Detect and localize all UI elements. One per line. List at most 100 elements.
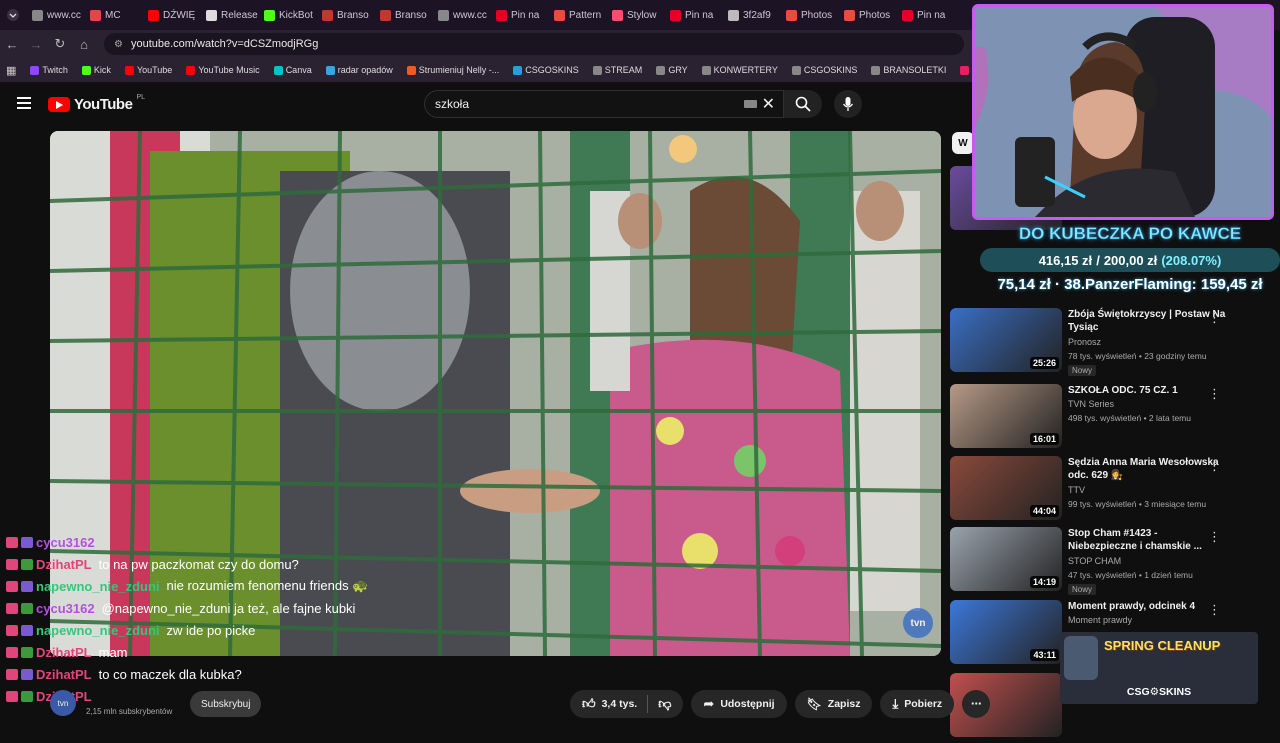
keyboard-icon[interactable] — [744, 100, 757, 108]
bookmark-icon — [124, 65, 134, 75]
chat-username: cycu3162 — [36, 600, 95, 616]
like-button[interactable]: 👍︎ 3,4 tys. 👎︎ — [570, 690, 684, 718]
sub-badge-icon — [21, 624, 33, 636]
channel-name[interactable]: TVN Series — [1068, 399, 1114, 409]
bookmark-label: GRY — [668, 65, 688, 75]
chat-username: napewno_nie_zduni — [36, 578, 160, 594]
bookmark-item[interactable]: Canva — [273, 65, 312, 75]
sponsor-logo: CSG⚙SKINS — [1126, 686, 1192, 698]
browser-tab[interactable]: Release — [200, 4, 258, 26]
browser-tab[interactable]: Pin na — [664, 4, 722, 26]
more-options-icon[interactable]: ⋮ — [1208, 602, 1221, 618]
bookmark-item[interactable]: BRANSOLETKI — [871, 65, 946, 75]
video-title[interactable]: Sędzia Anna Maria Wesołowska odc. 629 👩‍… — [1068, 456, 1228, 482]
menu-icon[interactable] — [17, 97, 31, 109]
channel-avatar[interactable]: tvn — [50, 690, 76, 716]
bookmark-item[interactable]: CSGOSKINS — [791, 65, 857, 75]
search-input[interactable]: szkoła ✕ — [424, 90, 784, 118]
more-options-icon[interactable]: ⋮ — [1208, 386, 1221, 402]
region-code: PL — [136, 94, 145, 101]
browser-tab[interactable]: Stylow — [606, 4, 664, 26]
browser-tab[interactable]: Branso — [374, 4, 432, 26]
more-actions-button[interactable]: ⋯ — [962, 690, 991, 718]
bookmark-icon — [656, 65, 666, 75]
bookmark-icon — [592, 65, 602, 75]
tab-favicon-icon — [670, 9, 681, 21]
forward-icon[interactable]: → — [24, 37, 48, 52]
recommended-video[interactable]: 16:01 SZKOŁA ODC. 75 CZ. 1 TVN Series 498 t… — [950, 384, 1260, 454]
bookmark-item[interactable]: radar opadów — [325, 65, 393, 75]
bookmark-item[interactable]: YouTube Music — [186, 65, 260, 75]
heart-badge-icon — [6, 668, 18, 680]
video-thumbnail[interactable]: 16:01 — [950, 384, 1062, 448]
video-title[interactable]: SZKOŁA ODC. 75 CZ. 1 — [1068, 384, 1228, 397]
share-button[interactable]: ➦ Udostępnij — [691, 690, 787, 718]
search-button[interactable] — [784, 90, 822, 118]
channel-name[interactable]: Moment prawdy — [1068, 615, 1132, 625]
video-thumbnail[interactable]: 14:19 — [950, 527, 1062, 591]
recommended-video[interactable]: 44:04 Sędzia Anna Maria Wesołowska odc. 6… — [950, 456, 1260, 526]
browser-tab[interactable]: Pin na — [490, 4, 548, 26]
browser-tab[interactable]: www.cc — [432, 4, 490, 26]
bookmark-label: BRANSOLETKI — [883, 65, 947, 75]
back-icon[interactable]: ← — [0, 37, 24, 52]
browser-tab[interactable]: Branso — [316, 4, 374, 26]
like-count: 3,4 tys. — [601, 698, 638, 710]
video-title[interactable]: Zbója Świętokrzyscy | Postaw Na Tysiąc — [1068, 308, 1228, 334]
browser-tab[interactable]: 3f2af9 — [722, 4, 780, 26]
youtube-logo[interactable]: YouTube PL — [48, 94, 145, 113]
channel-name[interactable]: Pronosz — [1068, 337, 1101, 347]
site-info-icon[interactable]: ⚙ — [114, 39, 123, 50]
tab-list-button[interactable] — [0, 4, 26, 26]
apps-icon[interactable]: ▦ — [6, 64, 16, 77]
bookmark-item[interactable]: YouTube — [124, 65, 172, 75]
bookmark-item[interactable]: Strumieniuj Nelly -... — [406, 65, 499, 75]
chat-message: cycu3162 @napewno_nie_zduni ja też, ale f… — [6, 598, 355, 618]
more-options-icon[interactable]: ⋮ — [1208, 458, 1221, 474]
browser-tab[interactable]: DŹWIĘ — [142, 4, 200, 26]
bookmark-label: CSGOSKINS — [525, 65, 579, 75]
browser-tab[interactable]: Pattern — [548, 4, 606, 26]
download-button[interactable]: ⤓ Pobierz — [880, 690, 955, 718]
recommended-video[interactable]: 25:26 Zbója Świętokrzyscy | Postaw Na Tys… — [950, 308, 1260, 378]
video-thumbnail[interactable]: 43:11 — [950, 600, 1062, 664]
tab-favicon-icon — [148, 9, 159, 21]
browser-tab[interactable]: www.cc — [26, 4, 84, 26]
chat-message: DzihatPL to co maczek dla kubka? — [6, 664, 242, 684]
sub-badge-icon — [21, 558, 33, 570]
browser-tab[interactable]: Photos — [838, 4, 896, 26]
home-icon[interactable]: ⌂ — [72, 37, 96, 52]
bookmark-item[interactable]: Kick — [81, 65, 111, 75]
bookmark-item[interactable]: Twitch — [30, 65, 68, 75]
channel-name[interactable]: STOP CHAM — [1068, 556, 1121, 566]
video-title[interactable]: Moment prawdy, odcinek 4 — [1068, 600, 1228, 613]
save-button[interactable]: 🔖︎ Zapisz — [794, 690, 873, 718]
goal-title: DO KUBECZKA PO KAWCE — [1018, 224, 1242, 244]
share-icon: ➦ — [703, 696, 715, 711]
bookmark-item[interactable]: STREAM — [592, 65, 642, 75]
browser-tab[interactable]: Pin na — [896, 4, 954, 26]
video-thumbnail[interactable]: 44:04 — [950, 456, 1062, 520]
clear-search-icon[interactable]: ✕ — [762, 94, 775, 114]
browser-toolbar: ← → ↻ ⌂ ⚙ youtube.com/watch?v=dCSZmodjRG… — [0, 30, 980, 58]
voice-search-button[interactable] — [834, 90, 862, 118]
more-options-icon[interactable]: ⋮ — [1208, 529, 1221, 545]
bookmark-item[interactable]: GRY — [656, 65, 688, 75]
recommended-video[interactable]: 14:19 Stop Cham #1423 - Niebezpieczne i c… — [950, 527, 1260, 597]
address-bar[interactable]: ⚙ youtube.com/watch?v=dCSZmodjRGg — [104, 33, 964, 55]
subscribe-button[interactable]: Subskrybuj — [190, 691, 262, 717]
video-title[interactable]: Stop Cham #1423 - Niebezpieczne i chamsk… — [1068, 527, 1228, 553]
thumbs-down-icon[interactable]: 👎︎ — [658, 696, 671, 712]
filter-chip[interactable]: W — [952, 132, 974, 154]
browser-tab[interactable]: KickBot — [258, 4, 316, 26]
bookmark-item[interactable]: KONWERTERY — [701, 65, 778, 75]
channel-name[interactable]: TTV — [1068, 485, 1085, 495]
browser-tab[interactable]: MC — [84, 4, 142, 26]
browser-tab[interactable]: Photos — [780, 4, 838, 26]
tvn-watermark: tvn — [903, 608, 933, 638]
video-thumbnail[interactable]: 25:26 — [950, 308, 1062, 372]
reload-icon[interactable]: ↻ — [48, 36, 72, 52]
bookmark-item[interactable]: CSGOSKINS — [513, 65, 579, 75]
goal-progress-bar: 416,15 zł / 200,00 zł (208.07%) — [980, 248, 1280, 272]
more-options-icon[interactable]: ⋮ — [1208, 310, 1221, 326]
